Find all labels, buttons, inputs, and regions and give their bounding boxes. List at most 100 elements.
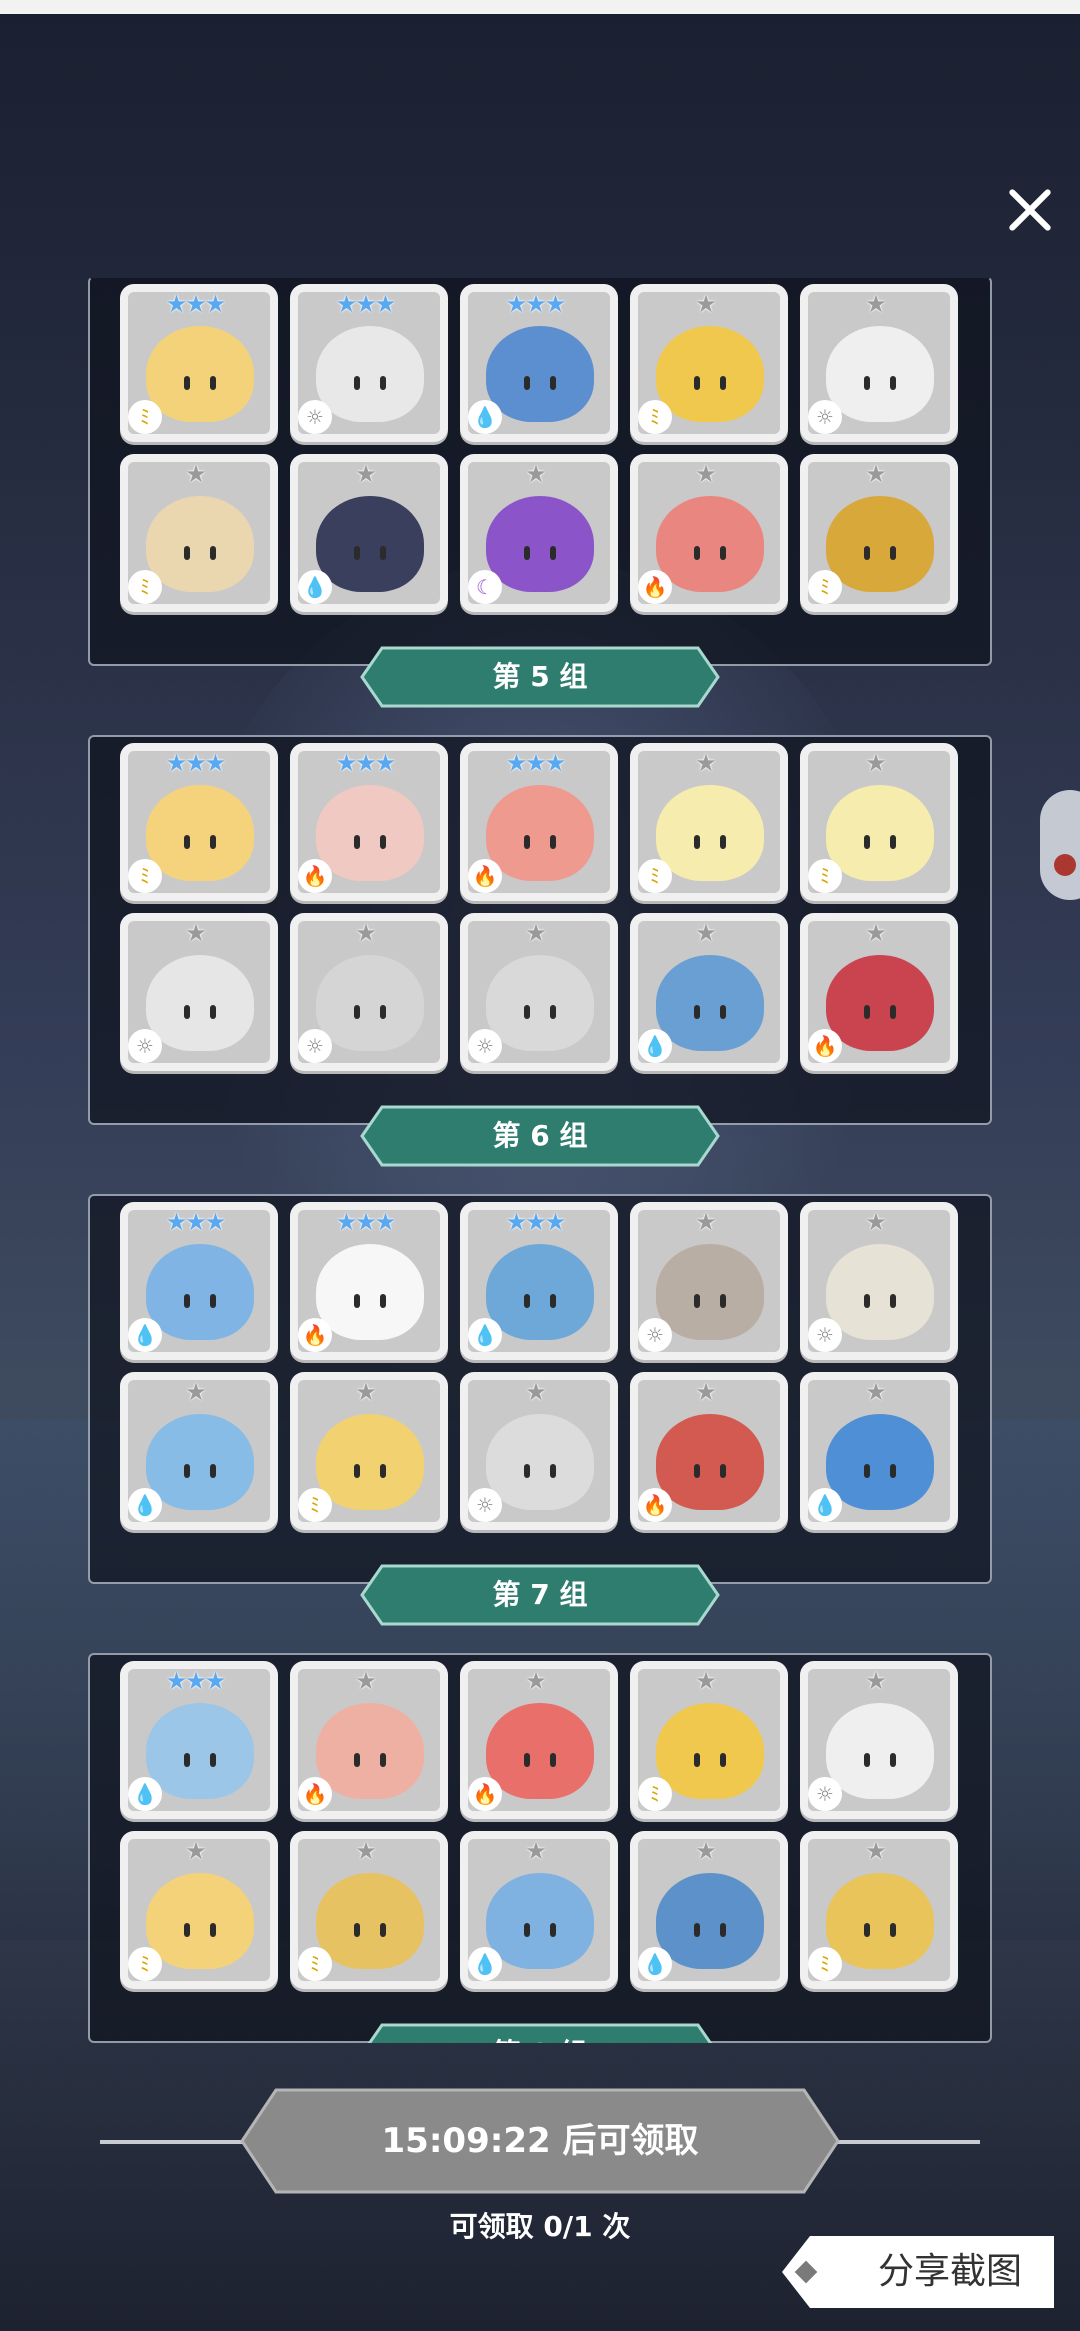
hero-card[interactable]: ★ ﾐ [634,1665,784,1815]
fire-element-icon: 🔥 [300,1320,330,1350]
hero-card[interactable]: ★ ☼ [464,1376,614,1526]
hero-head [656,496,764,592]
star-rating: ★ [355,1378,377,1406]
timer-line-right [830,2140,980,2144]
hero-head [656,326,764,422]
hero-card[interactable]: ★ 🔥 [294,1665,444,1815]
hero-head [826,326,934,422]
side-drawer-handle[interactable] [1040,790,1080,900]
hero-card[interactable]: ★ 🔥 [634,1376,784,1526]
claim-timer-button[interactable]: 15:09:22 后可领取 [240,2088,840,2194]
fire-element-icon: 🔥 [470,1779,500,1809]
hero-eyes [860,546,900,560]
hero-card[interactable]: ★★★ ﾐ [124,747,274,897]
hero-card[interactable]: ★ ﾐ [294,1835,444,1985]
hero-card[interactable]: ★ ﾐ [294,1376,444,1526]
group-banner-label: 第 6 组 [492,1119,588,1152]
share-screenshot-button[interactable]: 分享截图 [780,2234,1056,2310]
hero-card[interactable]: ★ ☼ [124,917,274,1067]
hero-card[interactable]: ★ 💧 [124,1376,274,1526]
reward-group: ★★★ ﾐ ★★★ ☼ ★★★ 💧 ★ ﾐ ★ ☼ ★ ﾐ ★ 💧 ★ ☾ ★ 🔥 ★ ﾐ第 5 组 [88,278,992,716]
hero-head [486,955,594,1051]
hero-head [486,1414,594,1510]
fire-element-icon: 🔥 [470,861,500,891]
hero-card[interactable]: ★ 💧 [804,1376,954,1526]
hero-head [486,1244,594,1340]
star-rating: ★ [865,1378,887,1406]
hero-head [316,1703,424,1799]
hero-card[interactable]: ★ ☼ [464,917,614,1067]
hero-eyes [520,376,560,390]
hero-head [146,785,254,881]
hero-card[interactable]: ★ 🔥 [634,458,784,608]
hero-card[interactable]: ★ 💧 [464,1835,614,1985]
hero-card[interactable]: ★★★ 🔥 [294,747,444,897]
hero-card[interactable]: ★★★ ☼ [294,288,444,438]
hero-card[interactable]: ★ ﾐ [124,458,274,608]
hero-eyes [860,835,900,849]
hero-card[interactable]: ★★★ 💧 [124,1665,274,1815]
hero-card[interactable]: ★ ﾐ [634,288,784,438]
star-rating: ★ [695,1667,717,1695]
hero-card[interactable]: ★ ﾐ [634,747,784,897]
hero-card[interactable]: ★ 💧 [634,1835,784,1985]
fire-element-icon: 🔥 [300,861,330,891]
star-rating: ★ [355,1837,377,1865]
hero-card[interactable]: ★★★ 💧 [124,1206,274,1356]
hero-card[interactable]: ★ ﾐ [124,1835,274,1985]
hero-eyes [690,1464,730,1478]
hero-card[interactable]: ★★★ 🔥 [464,747,614,897]
hero-card[interactable]: ★ 💧 [294,458,444,608]
water-element-icon: 💧 [640,1031,670,1061]
close-icon[interactable] [1000,180,1060,240]
hero-card[interactable]: ★ ☼ [804,1206,954,1356]
hero-card[interactable]: ★★★ 💧 [464,288,614,438]
fire-element-icon: 🔥 [300,1779,330,1809]
hero-card[interactable]: ★ 🔥 [804,917,954,1067]
hero-eyes [350,1005,390,1019]
hero-card[interactable]: ★★★ 💧 [464,1206,614,1356]
reward-group: ★★★ 💧 ★★★ 🔥 ★★★ 💧 ★ ☼ ★ ☼ ★ 💧 ★ ﾐ ★ ☼ ★ 🔥 ★ 💧 第 7 组 [88,1194,992,1634]
hero-eyes [180,1464,220,1478]
hero-card[interactable]: ★ ☼ [634,1206,784,1356]
wind-element-icon: ﾐ [640,1779,670,1809]
hero-eyes [860,1753,900,1767]
hero-head [316,785,424,881]
wind-element-icon: ﾐ [810,572,840,602]
timer-line-left [100,2140,250,2144]
light-element-icon: ☼ [810,1320,840,1350]
hero-card[interactable]: ★ ☼ [804,288,954,438]
hero-head [486,326,594,422]
hero-eyes [350,1464,390,1478]
light-element-icon: ☼ [640,1320,670,1350]
hero-card[interactable]: ★ ☾ [464,458,614,608]
wind-element-icon: ﾐ [130,572,160,602]
hero-card[interactable]: ★ ☼ [294,917,444,1067]
light-element-icon: ☼ [810,402,840,432]
star-rating: ★★★ [505,1208,567,1236]
hero-eyes [690,1923,730,1937]
hero-card[interactable]: ★ ﾐ [804,458,954,608]
hero-card[interactable]: ★★★ 🔥 [294,1206,444,1356]
hero-head [316,496,424,592]
star-rating: ★★★ [335,290,397,318]
hero-card[interactable]: ★ ﾐ [804,1835,954,1985]
star-rating: ★ [355,919,377,947]
star-rating: ★ [525,460,547,488]
star-rating: ★ [695,460,717,488]
hero-card[interactable]: ★ ﾐ [804,747,954,897]
group-list[interactable]: ★★★ ﾐ ★★★ ☼ ★★★ 💧 ★ ﾐ ★ ☼ ★ ﾐ ★ 💧 ★ ☾ ★ 🔥 ★ ﾐ第 5 组 ★★★ ﾐ ★★★ 🔥 ★… [80,278,1000,2043]
hero-card[interactable]: ★ 🔥 [464,1665,614,1815]
hero-card[interactable]: ★★★ ﾐ [124,288,274,438]
hero-card[interactable]: ★ 💧 [634,917,784,1067]
hero-head [146,1873,254,1969]
hero-head [656,1244,764,1340]
star-rating: ★ [355,1667,377,1695]
hero-head [826,955,934,1051]
star-rating: ★ [865,1837,887,1865]
light-element-icon: ☼ [810,1779,840,1809]
star-rating: ★ [695,1208,717,1236]
hero-card[interactable]: ★ ☼ [804,1665,954,1815]
hero-eyes [690,1005,730,1019]
hero-head [146,1244,254,1340]
